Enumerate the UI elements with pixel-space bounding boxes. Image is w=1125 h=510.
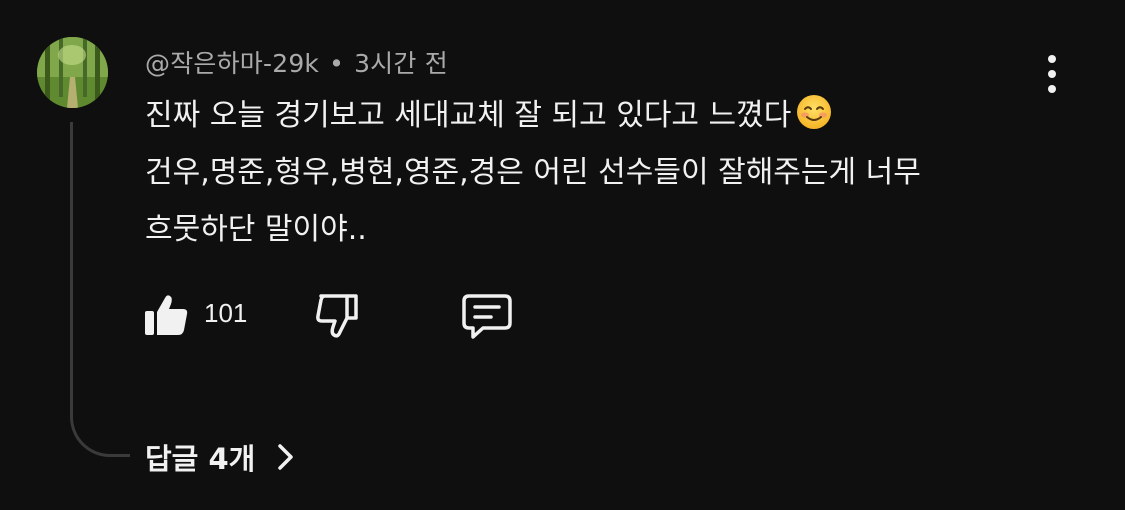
like-button[interactable]	[143, 290, 191, 338]
comment-timestamp[interactable]: 3시간 전	[354, 49, 448, 78]
comment-card: @작은하마-29k • 3시간 전 진짜 오늘 경기보고 세대교체 잘 되고 있다고…	[0, 0, 1125, 510]
author-handle[interactable]: @작은하마-29k	[145, 49, 319, 78]
smiling-face-emoji-icon	[797, 95, 832, 129]
meta-separator: •	[329, 49, 345, 78]
avatar[interactable]	[37, 37, 108, 108]
chevron-right-icon	[278, 444, 294, 470]
replies-label: 답글 4개	[145, 442, 256, 476]
comment-meta: @작은하마-29k • 3시간 전	[145, 44, 448, 80]
comment-text-line-3: 흐뭇하단 말이야..	[145, 212, 367, 247]
more-options-button[interactable]	[1030, 50, 1074, 98]
comment-bubble-icon	[462, 294, 512, 339]
view-replies-button[interactable]: 답글 4개	[145, 435, 297, 479]
comment-text-line-2: 건우,명준,형우,병현,영준,경은 어린 선수들이 잘해주는게 너무	[145, 155, 921, 190]
more-vertical-icon	[1048, 55, 1056, 63]
thumbs-up-icon	[145, 295, 188, 335]
reply-button[interactable]	[461, 292, 513, 340]
like-count: 101	[204, 298, 248, 328]
comment-text: 진짜 오늘 경기보고 세대교체 잘 되고 있다고 느꼈다 건우,명준,형우,병현…	[145, 87, 1025, 258]
forest-path-image	[37, 37, 108, 108]
thread-connector-line	[70, 122, 130, 457]
thumbs-down-icon	[316, 294, 358, 338]
dislike-button[interactable]	[313, 290, 361, 338]
comment-text-line-1: 진짜 오늘 경기보고 세대교체 잘 되고 있다고 느꼈다	[145, 87, 1025, 144]
